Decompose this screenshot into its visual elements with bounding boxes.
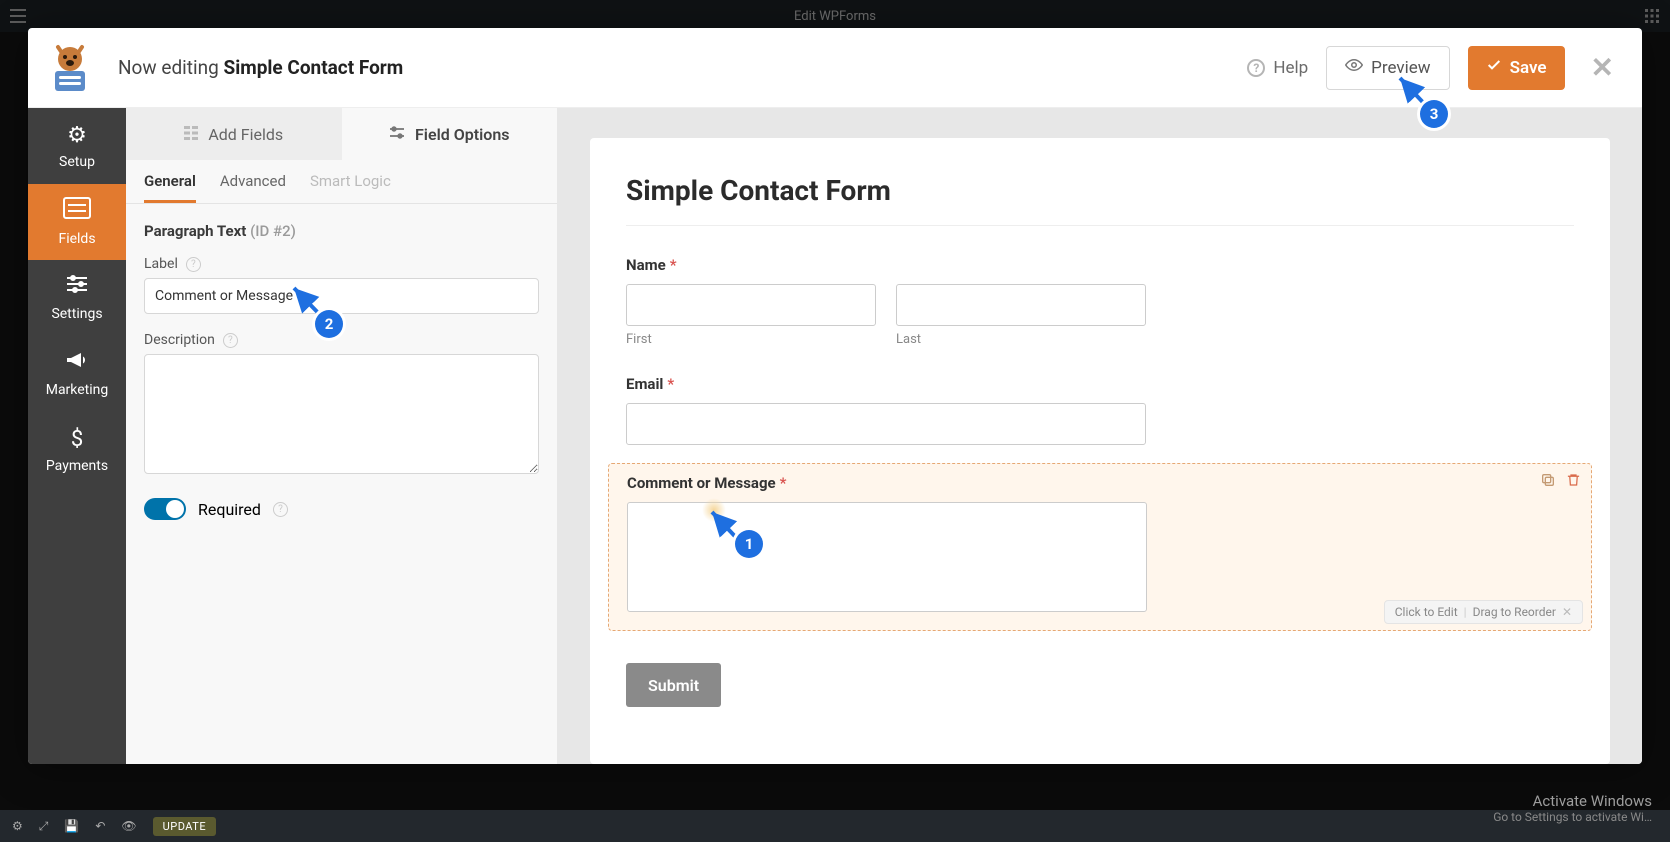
- undo-icon[interactable]: ↶: [95, 819, 105, 833]
- nav-label: Marketing: [46, 382, 109, 398]
- last-name-input[interactable]: [896, 284, 1146, 326]
- editing-prefix: Now editing: [118, 56, 219, 79]
- subtabs: General Advanced Smart Logic: [126, 160, 557, 204]
- windows-activation-watermark: Activate Windows Go to Settings to activ…: [1493, 792, 1652, 824]
- config-tabs: Add Fields Field Options: [126, 108, 557, 160]
- field-email[interactable]: Email*: [626, 375, 1574, 445]
- subtab-general[interactable]: General: [144, 172, 196, 203]
- required-label: Required: [198, 500, 261, 519]
- gear-icon: ⚙: [67, 123, 87, 148]
- form-card: Simple Contact Form Name* First Last: [590, 138, 1610, 764]
- form-preview-pane: Simple Contact Form Name* First Last: [558, 108, 1642, 764]
- help-link[interactable]: ? Help: [1247, 58, 1308, 78]
- header-title: Now editing Simple Contact Form: [118, 56, 403, 79]
- required-star: *: [780, 474, 787, 492]
- eye-icon: [1345, 56, 1363, 79]
- nav-label: Payments: [46, 458, 108, 474]
- description-field-label: Description ?: [144, 332, 539, 348]
- bullhorn-icon: [65, 350, 89, 376]
- field-options-panel: Paragraph Text (ID #2) Label ? Descripti…: [126, 204, 557, 538]
- dollar-icon: $: [71, 427, 83, 452]
- panel-title-text: Paragraph Text: [144, 222, 246, 240]
- watermark-sub: Go to Settings to activate Wi…: [1493, 810, 1652, 824]
- nav-label: Setup: [59, 154, 95, 170]
- first-sublabel: First: [626, 332, 876, 347]
- nav-label: Fields: [58, 231, 95, 247]
- help-hint-icon[interactable]: ?: [186, 257, 201, 272]
- hint-edit: Click to Edit: [1395, 605, 1458, 619]
- field-actions: [1540, 472, 1581, 492]
- tutorial-badge-1: 1: [735, 530, 763, 558]
- tab-add-fields[interactable]: Add Fields: [126, 108, 342, 160]
- required-toggle[interactable]: [144, 498, 186, 520]
- message-label: Comment or Message*: [627, 474, 1573, 492]
- close-button[interactable]: ✕: [1583, 51, 1622, 84]
- shrink-icon[interactable]: ⤢: [39, 819, 49, 834]
- subtab-smart-logic[interactable]: Smart Logic: [310, 172, 391, 203]
- save-label: Save: [1510, 58, 1547, 78]
- tab-label: Add Fields: [208, 125, 283, 144]
- name-label: Name*: [626, 256, 1574, 274]
- nav-item-marketing[interactable]: Marketing: [28, 336, 126, 412]
- label-field-label: Label ?: [144, 256, 539, 272]
- duplicate-icon[interactable]: [1540, 472, 1556, 492]
- form-builder: Now editing Simple Contact Form ? Help P…: [28, 28, 1642, 764]
- first-name-input[interactable]: [626, 284, 876, 326]
- help-hint-icon[interactable]: ?: [223, 333, 238, 348]
- required-row: Required ?: [144, 498, 539, 520]
- update-chip[interactable]: UPDATE: [153, 817, 216, 836]
- panel-id: (ID #2): [250, 222, 296, 240]
- form-title: Simple Contact Form: [626, 174, 1574, 226]
- tutorial-badge-3: 3: [1420, 100, 1448, 128]
- config-panel: Add Fields Field Options General Advance…: [126, 108, 558, 764]
- check-icon: [1486, 57, 1502, 78]
- watermark-title: Activate Windows: [1493, 792, 1652, 810]
- tab-field-options[interactable]: Field Options: [342, 108, 558, 160]
- tab-label: Field Options: [415, 125, 509, 144]
- form-fields-icon: [63, 197, 91, 225]
- submit-button[interactable]: Submit: [626, 663, 721, 707]
- sliders-icon: [65, 274, 89, 300]
- hint-drag: Drag to Reorder: [1473, 605, 1556, 619]
- nav-item-payments[interactable]: $ Payments: [28, 412, 126, 488]
- close-hint-icon[interactable]: ✕: [1562, 605, 1572, 619]
- gear-icon[interactable]: ⚙: [12, 819, 23, 833]
- eye-icon[interactable]: 👁: [121, 819, 136, 833]
- field-name[interactable]: Name* First Last: [626, 256, 1574, 347]
- required-star: *: [667, 375, 674, 393]
- last-sublabel: Last: [896, 332, 1146, 347]
- left-nav: ⚙ Setup Fields Settings Marketing: [28, 108, 126, 764]
- nav-label: Settings: [51, 306, 102, 322]
- wp-admin-footer: ⚙ ⤢ 💾 ↶ 👁 UPDATE: [0, 810, 1670, 842]
- required-star: *: [670, 256, 677, 274]
- save-button[interactable]: Save: [1468, 46, 1565, 90]
- form-name: Simple Contact Form: [224, 56, 404, 79]
- grid-icon: [184, 125, 198, 144]
- help-hint-icon[interactable]: ?: [273, 502, 288, 517]
- nav-item-setup[interactable]: ⚙ Setup: [28, 108, 126, 184]
- field-hint-pill: Click to Edit | Drag to Reorder ✕: [1384, 600, 1583, 624]
- email-input[interactable]: [626, 403, 1146, 445]
- label-input[interactable]: [144, 278, 539, 314]
- help-icon: ?: [1247, 59, 1265, 77]
- panel-title: Paragraph Text (ID #2): [144, 222, 539, 240]
- help-label: Help: [1273, 58, 1308, 78]
- sliders-icon: [389, 125, 405, 144]
- trash-icon[interactable]: [1566, 472, 1581, 492]
- nav-item-fields[interactable]: Fields: [28, 184, 126, 260]
- tutorial-badge-2: 2: [315, 310, 343, 338]
- save-icon[interactable]: 💾: [64, 819, 79, 833]
- wpforms-logo: [40, 38, 100, 98]
- description-input[interactable]: [144, 354, 539, 474]
- subtab-advanced[interactable]: Advanced: [220, 172, 286, 203]
- email-label: Email*: [626, 375, 1574, 393]
- nav-item-settings[interactable]: Settings: [28, 260, 126, 336]
